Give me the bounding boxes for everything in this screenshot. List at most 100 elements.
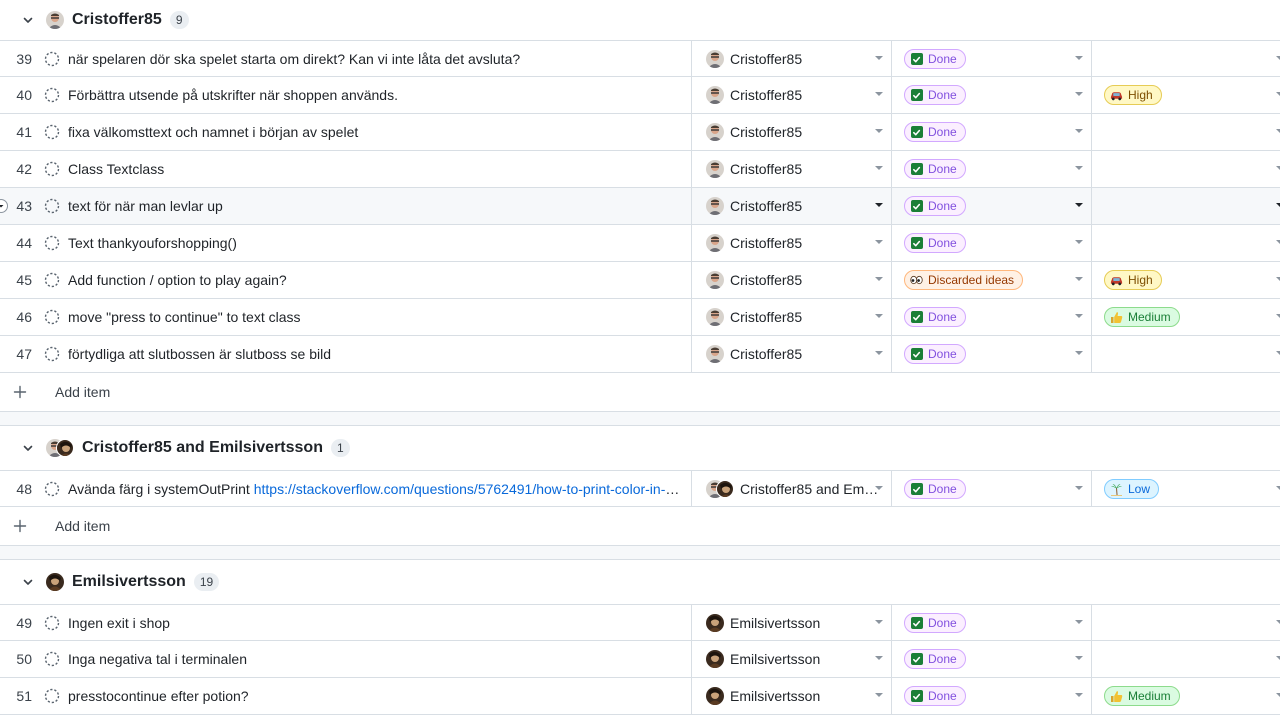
assignees-cell[interactable]: Cristoffer85 bbox=[691, 262, 891, 298]
assignees-cell[interactable]: Cristoffer85 bbox=[691, 114, 891, 150]
add-item-label[interactable]: Add item bbox=[55, 384, 110, 400]
table-row[interactable]: 49 Ingen exit i shop Emilsivertsson Done bbox=[0, 604, 1280, 641]
table-row[interactable]: 51 presstocontinue efter potion? Emilsiver… bbox=[0, 678, 1280, 715]
table-row[interactable]: 43 text för när man levlar up Cristoffer85… bbox=[0, 188, 1280, 225]
dropdown-caret-icon[interactable] bbox=[1276, 277, 1280, 281]
status-cell[interactable]: Done bbox=[891, 151, 1091, 187]
status-cell[interactable]: Done bbox=[891, 641, 1091, 677]
status-cell[interactable]: Done bbox=[891, 605, 1091, 641]
status-cell[interactable]: Done bbox=[891, 188, 1091, 224]
dropdown-caret-icon[interactable] bbox=[1075, 92, 1083, 96]
dropdown-caret-icon[interactable] bbox=[875, 314, 883, 318]
dropdown-caret-icon[interactable] bbox=[1075, 351, 1083, 355]
priority-cell[interactable]: High bbox=[1091, 77, 1280, 113]
dropdown-caret-icon[interactable] bbox=[1276, 56, 1280, 60]
table-row[interactable]: 48 Avända färg i systemOutPrint https://s… bbox=[0, 470, 1280, 507]
table-row[interactable]: 44 Text thankyouforshopping() Cristoffer85… bbox=[0, 225, 1280, 262]
dropdown-caret-icon[interactable] bbox=[875, 56, 883, 60]
table-row[interactable]: 41 fixa välkomsttext och namnet i början … bbox=[0, 114, 1280, 151]
dropdown-caret-icon[interactable] bbox=[1276, 240, 1280, 244]
status-cell[interactable]: Done bbox=[891, 41, 1091, 77]
dropdown-caret-icon[interactable] bbox=[875, 203, 883, 207]
item-title-text[interactable]: Förbättra utsende på utskrifter när shop… bbox=[68, 87, 398, 103]
table-row[interactable]: 50 Inga negativa tal i terminalen Emilsive… bbox=[0, 641, 1280, 678]
status-cell[interactable]: Done bbox=[891, 114, 1091, 150]
priority-cell[interactable]: Low bbox=[1091, 471, 1280, 507]
table-row[interactable]: 47 förtydliga att slutbossen är slutboss … bbox=[0, 336, 1280, 373]
item-title-text[interactable]: förtydliga att slutbossen är slutboss se… bbox=[68, 346, 331, 362]
item-title-text[interactable]: Ingen exit i shop bbox=[68, 615, 170, 631]
status-cell[interactable]: Done bbox=[891, 225, 1091, 261]
item-title[interactable]: text för när man levlar up bbox=[68, 198, 682, 214]
dropdown-caret-icon[interactable] bbox=[1276, 486, 1280, 490]
assignees-cell[interactable]: Cristoffer85 bbox=[691, 188, 891, 224]
dropdown-caret-icon[interactable] bbox=[1075, 486, 1083, 490]
assignees-cell[interactable]: Cristoffer85 bbox=[691, 336, 891, 372]
plus-icon[interactable] bbox=[13, 519, 27, 533]
item-title-text[interactable]: Class Textclass bbox=[68, 161, 164, 177]
item-title-text[interactable]: fixa välkomsttext och namnet i början av… bbox=[68, 124, 358, 140]
priority-cell[interactable]: High bbox=[1091, 262, 1280, 298]
priority-cell[interactable] bbox=[1091, 336, 1280, 372]
status-cell[interactable]: Done bbox=[891, 678, 1091, 714]
assignees-cell[interactable]: Cristoffer85 and Emilsivertsson bbox=[691, 471, 891, 507]
group-header[interactable]: Cristoffer85 9 bbox=[0, 0, 1280, 40]
item-title-text[interactable]: Inga negativa tal i terminalen bbox=[68, 651, 247, 667]
assignees-cell[interactable]: Cristoffer85 bbox=[691, 77, 891, 113]
status-cell[interactable]: Done bbox=[891, 77, 1091, 113]
table-row[interactable]: 39 när spelaren dör ska spelet starta om … bbox=[0, 40, 1280, 77]
item-title[interactable]: Text thankyouforshopping() bbox=[68, 235, 682, 251]
item-title-text[interactable]: Add function / option to play again? bbox=[68, 272, 287, 288]
item-title-text[interactable]: presstocontinue efter potion? bbox=[68, 688, 249, 704]
item-title[interactable]: Ingen exit i shop bbox=[68, 615, 682, 631]
assignees-cell[interactable]: Emilsivertsson bbox=[691, 641, 891, 677]
add-item-label[interactable]: Add item bbox=[55, 518, 110, 534]
dropdown-caret-icon[interactable] bbox=[1075, 620, 1083, 624]
dropdown-caret-icon[interactable] bbox=[875, 240, 883, 244]
dropdown-caret-icon[interactable] bbox=[1075, 166, 1083, 170]
dropdown-caret-icon[interactable] bbox=[1276, 314, 1280, 318]
status-cell[interactable]: Done bbox=[891, 336, 1091, 372]
dropdown-caret-icon[interactable] bbox=[875, 129, 883, 133]
group-header[interactable]: Emilsivertsson 19 bbox=[0, 560, 1280, 604]
priority-cell[interactable]: Medium bbox=[1091, 678, 1280, 714]
item-title[interactable]: Förbättra utsende på utskrifter när shop… bbox=[68, 87, 682, 103]
dropdown-caret-icon[interactable] bbox=[1075, 277, 1083, 281]
group-header[interactable]: Cristoffer85 and Emilsivertsson 1 bbox=[0, 426, 1280, 470]
dropdown-caret-icon[interactable] bbox=[1075, 203, 1083, 207]
dropdown-caret-icon[interactable] bbox=[1276, 656, 1280, 660]
assignees-cell[interactable]: Emilsivertsson bbox=[691, 605, 891, 641]
status-cell[interactable]: Discarded ideas bbox=[891, 262, 1091, 298]
dropdown-caret-icon[interactable] bbox=[1075, 240, 1083, 244]
assignees-cell[interactable]: Cristoffer85 bbox=[691, 225, 891, 261]
plus-icon[interactable] bbox=[13, 385, 27, 399]
assignees-cell[interactable]: Cristoffer85 bbox=[691, 151, 891, 187]
item-title-text[interactable]: Avända färg i systemOutPrint bbox=[68, 481, 254, 497]
chevron-down-icon[interactable] bbox=[22, 14, 34, 26]
item-title[interactable]: Add function / option to play again? bbox=[68, 272, 682, 288]
item-title-text[interactable]: move "press to continue" to text class bbox=[68, 309, 301, 325]
item-title[interactable]: förtydliga att slutbossen är slutboss se… bbox=[68, 346, 682, 362]
dropdown-caret-icon[interactable] bbox=[1276, 92, 1280, 96]
priority-cell[interactable]: Medium bbox=[1091, 299, 1280, 335]
table-row[interactable]: 45 Add function / option to play again? Cr… bbox=[0, 262, 1280, 299]
priority-cell[interactable] bbox=[1091, 114, 1280, 150]
item-link[interactable]: https://stackoverflow.com/questions/5762… bbox=[254, 481, 682, 497]
item-title-text[interactable]: text för när man levlar up bbox=[68, 198, 223, 214]
item-title[interactable]: presstocontinue efter potion? bbox=[68, 688, 682, 704]
dropdown-caret-icon[interactable] bbox=[875, 620, 883, 624]
item-title-text[interactable]: Text thankyouforshopping() bbox=[68, 235, 237, 251]
dropdown-caret-icon[interactable] bbox=[875, 693, 883, 697]
table-row[interactable]: 46 move "press to continue" to text class… bbox=[0, 299, 1280, 336]
add-item-button[interactable]: Add item bbox=[0, 373, 1280, 412]
dropdown-caret-icon[interactable] bbox=[1276, 166, 1280, 170]
dropdown-caret-icon[interactable] bbox=[1276, 203, 1280, 207]
dropdown-caret-icon[interactable] bbox=[875, 351, 883, 355]
table-row[interactable]: 40 Förbättra utsende på utskrifter när sh… bbox=[0, 77, 1280, 114]
dropdown-caret-icon[interactable] bbox=[1276, 129, 1280, 133]
dropdown-caret-icon[interactable] bbox=[1075, 656, 1083, 660]
assignees-cell[interactable]: Cristoffer85 bbox=[691, 299, 891, 335]
status-cell[interactable]: Done bbox=[891, 299, 1091, 335]
priority-cell[interactable] bbox=[1091, 641, 1280, 677]
dropdown-caret-icon[interactable] bbox=[1075, 129, 1083, 133]
